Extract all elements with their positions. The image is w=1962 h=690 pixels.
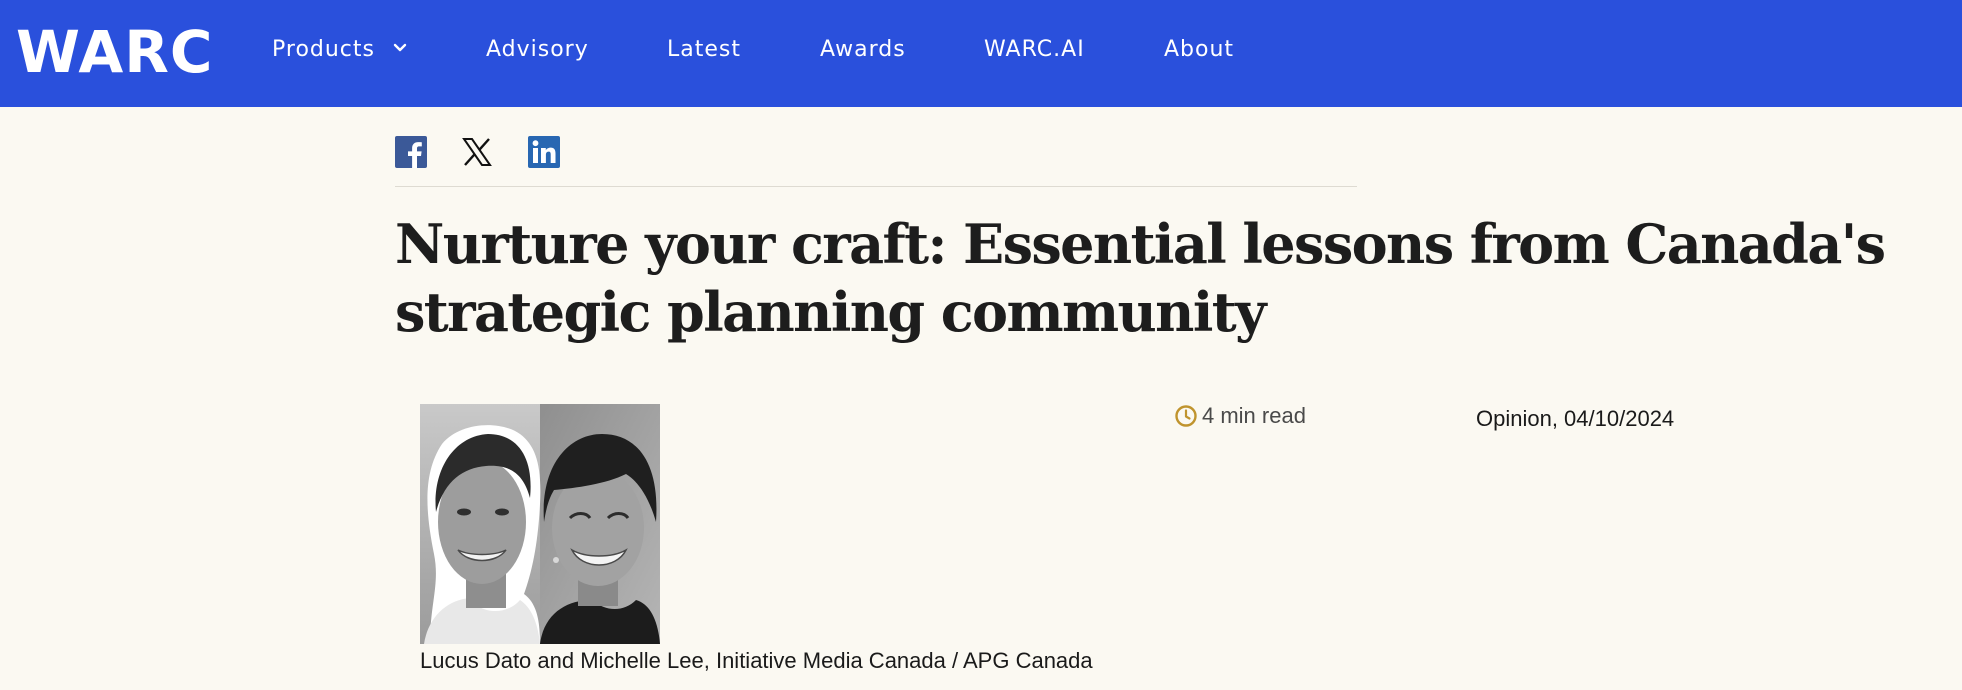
category-date: Opinion, 04/10/2024 bbox=[1476, 406, 1675, 431]
nav-awards[interactable]: Awards bbox=[820, 34, 906, 66]
warc-logo[interactable]: WARC bbox=[16, 18, 213, 86]
top-navigation-bar: WARC Products Advisory Latest Awards WAR… bbox=[0, 0, 1962, 107]
nav-about[interactable]: About bbox=[1164, 34, 1234, 66]
nav-advisory[interactable]: Advisory bbox=[486, 34, 589, 66]
author-photo bbox=[420, 404, 660, 644]
nav-latest[interactable]: Latest bbox=[667, 34, 741, 66]
read-time: 4 min read bbox=[1174, 401, 1306, 431]
nav-warc-ai[interactable]: WARC.AI bbox=[984, 34, 1085, 66]
share-divider bbox=[395, 186, 1357, 187]
author-byline: Lucus Dato and Michelle Lee, Initiative … bbox=[420, 648, 1093, 673]
x-icon[interactable] bbox=[461, 136, 493, 168]
clock-icon bbox=[1175, 405, 1197, 427]
nav-products[interactable]: Products bbox=[272, 34, 407, 66]
nav-products-label: Products bbox=[272, 37, 375, 62]
read-time-label: 4 min read bbox=[1202, 403, 1306, 428]
facebook-icon[interactable] bbox=[395, 136, 427, 168]
chevron-down-icon bbox=[393, 43, 407, 52]
article-title: Nurture your craft: Essential lessons fr… bbox=[395, 212, 1886, 344]
linkedin-icon[interactable] bbox=[528, 136, 560, 168]
